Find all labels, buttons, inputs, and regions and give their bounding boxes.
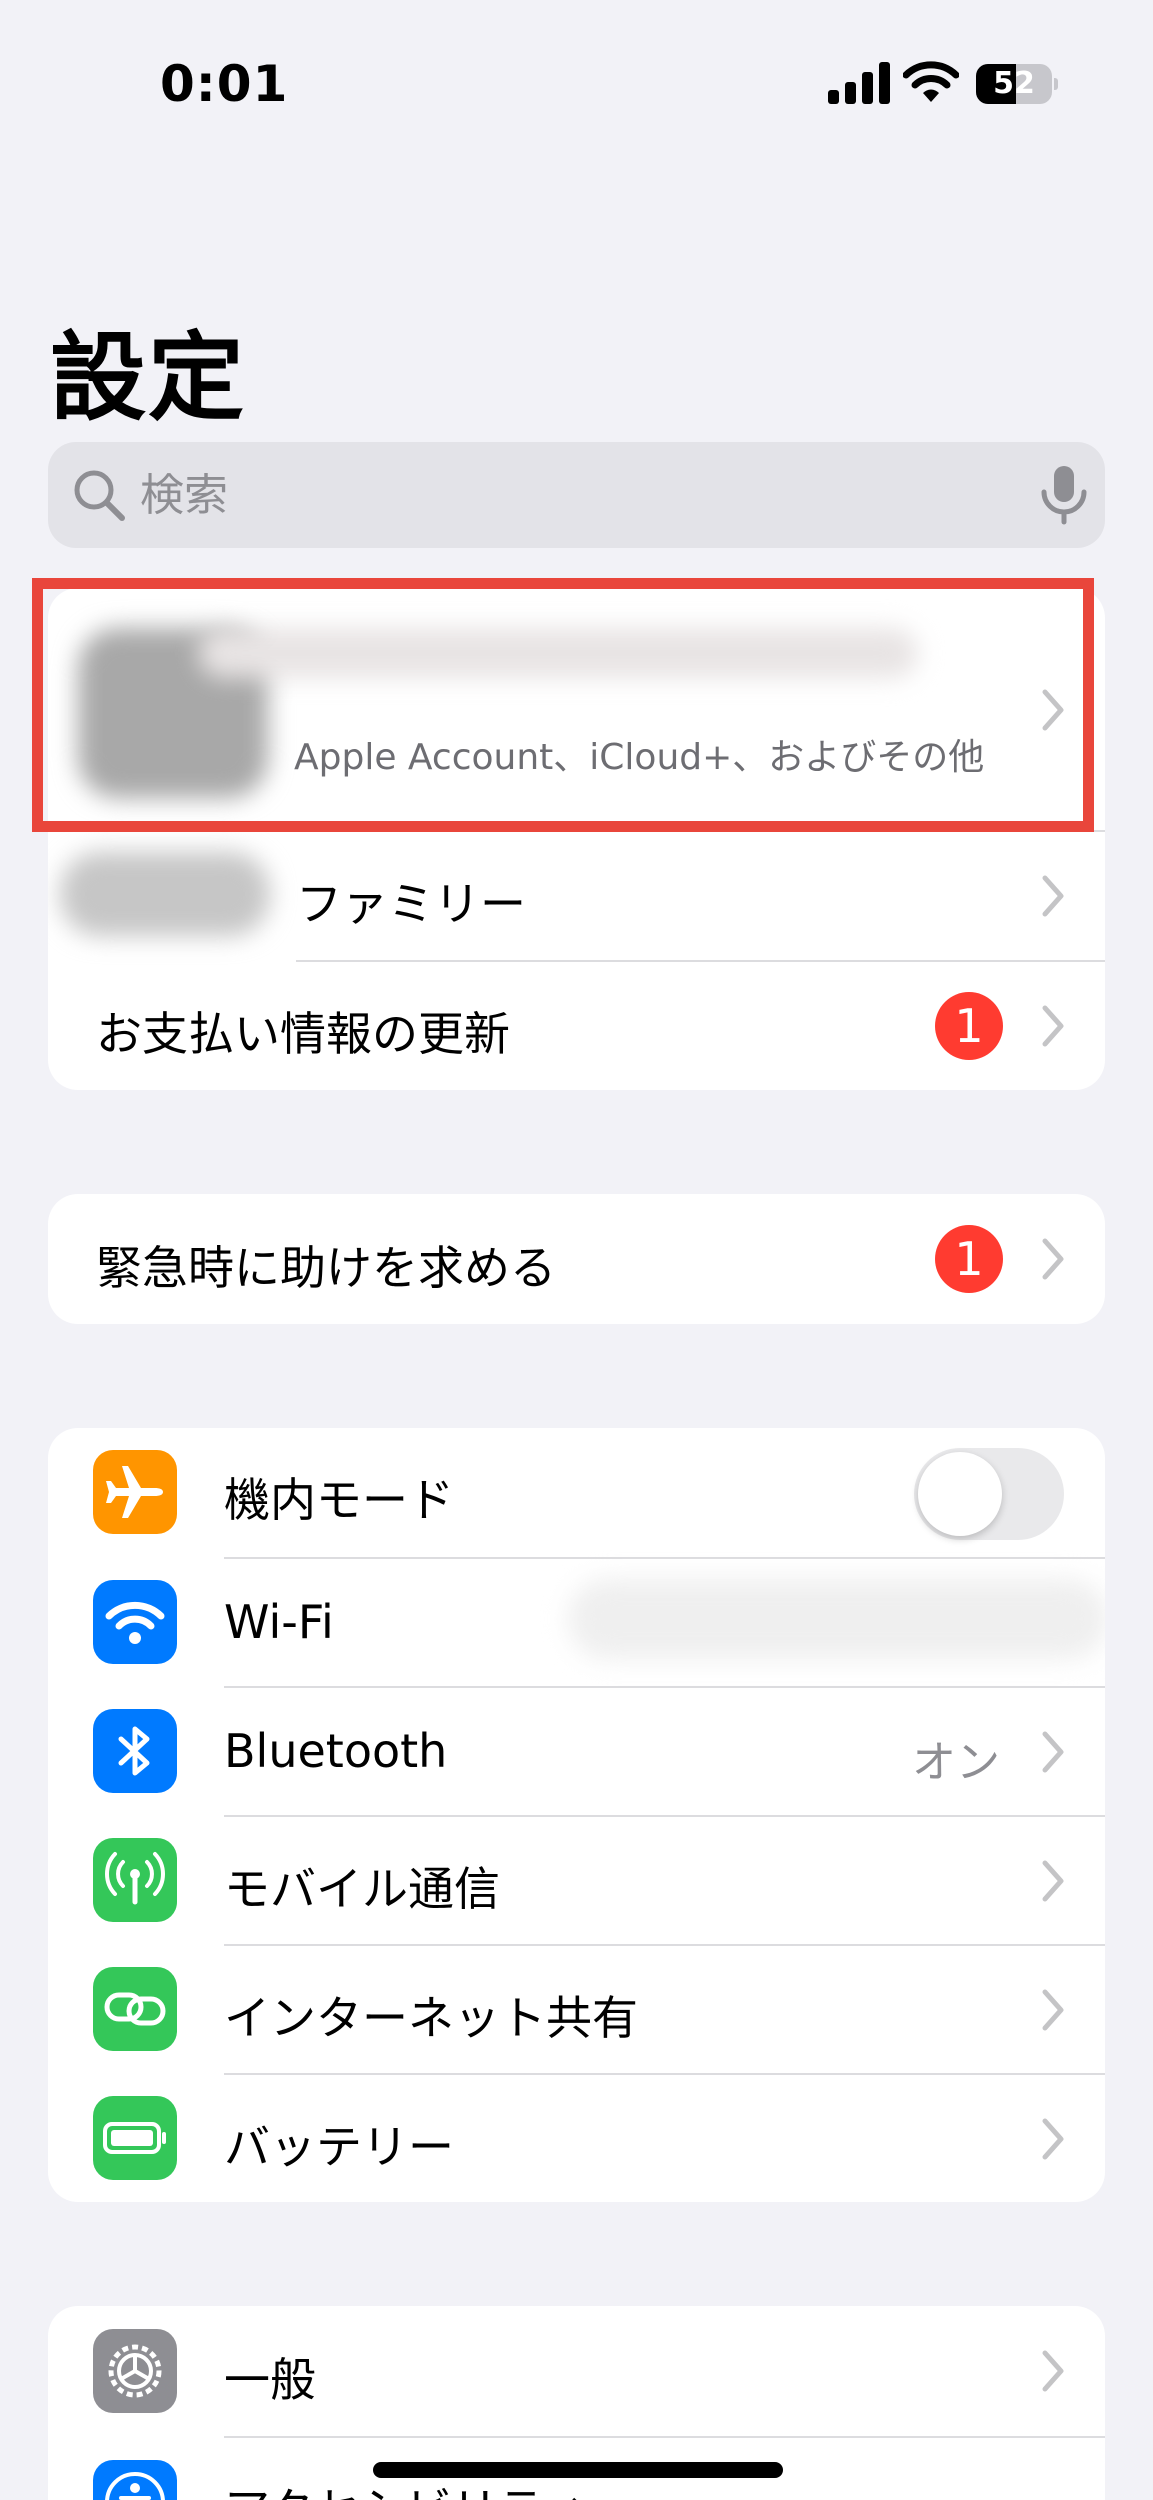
battery-level: 52: [993, 66, 1035, 101]
payment-update-label: お支払い情報の更新: [96, 1007, 510, 1061]
notification-badge: 1: [935, 1225, 1003, 1293]
family-avatars-blurred: [60, 852, 270, 936]
payment-update-row[interactable]: お支払い情報の更新 1: [48, 962, 1105, 1090]
wifi-icon: [93, 1580, 177, 1664]
airplane-mode-row: 機内モード: [48, 1428, 1105, 1557]
chevron-right-icon: [1042, 1989, 1064, 2031]
bluetooth-row[interactable]: Bluetooth オン: [48, 1688, 1105, 1815]
airplane-mode-label: 機内モード: [224, 1473, 454, 1527]
gear-icon: [93, 2329, 177, 2413]
home-indicator[interactable]: [373, 2462, 783, 2478]
connectivity-group: 機内モード Wi-Fi Bluetooth オン モバイル通信 インターネット共…: [48, 1428, 1105, 2202]
personal-hotspot-label: インターネット共有: [224, 1991, 638, 2045]
search-icon: [74, 470, 125, 521]
battery-indicator: 52: [976, 64, 1058, 104]
wifi-label: Wi-Fi: [224, 1595, 334, 1649]
chevron-right-icon: [1042, 1731, 1064, 1773]
emergency-sos-label: 緊急時に助けを求める: [96, 1241, 556, 1295]
status-time: 0:01: [160, 55, 289, 113]
bluetooth-status: オン: [912, 1737, 1000, 1788]
family-label: ファミリー: [296, 877, 526, 931]
chevron-right-icon: [1042, 1860, 1064, 1902]
highlight-box: [32, 578, 1094, 832]
bluetooth-icon: [93, 1709, 177, 1793]
page-title: 設定: [50, 322, 246, 434]
general-label: 一般: [224, 2353, 316, 2407]
bluetooth-label: Bluetooth: [224, 1724, 448, 1778]
chevron-right-icon: [1042, 2350, 1064, 2392]
wifi-status-icon: [903, 61, 959, 102]
emergency-group: 緊急時に助けを求める 1: [48, 1194, 1105, 1324]
emergency-sos-row[interactable]: 緊急時に助けを求める 1: [48, 1194, 1105, 1324]
family-row[interactable]: ファミリー: [48, 832, 1105, 960]
chevron-right-icon: [1042, 875, 1064, 917]
personal-hotspot-row[interactable]: インターネット共有: [48, 1946, 1105, 2073]
battery-row[interactable]: バッテリー: [48, 2075, 1105, 2202]
wifi-row[interactable]: Wi-Fi: [48, 1559, 1105, 1686]
link-icon: [93, 1967, 177, 2051]
accessibility-icon: [93, 2460, 177, 2500]
airplane-icon: [93, 1450, 177, 1534]
status-bar: 0:01 52: [0, 0, 1153, 150]
chevron-right-icon: [1042, 2118, 1064, 2160]
battery-label: バッテリー: [224, 2120, 454, 2174]
battery-icon: [93, 2096, 177, 2180]
microphone-icon[interactable]: [1036, 464, 1092, 526]
antenna-icon: [93, 1838, 177, 1922]
notification-badge: 1: [935, 992, 1003, 1060]
airplane-mode-toggle[interactable]: [914, 1448, 1064, 1540]
wifi-network-blurred: [568, 1579, 1105, 1659]
general-row[interactable]: 一般: [48, 2306, 1105, 2436]
search-input[interactable]: [140, 442, 1040, 548]
search-bar[interactable]: [48, 442, 1105, 548]
mobile-data-label: モバイル通信: [224, 1862, 500, 1916]
chevron-right-icon: [1042, 1005, 1064, 1047]
mobile-data-row[interactable]: モバイル通信: [48, 1817, 1105, 1944]
chevron-right-icon: [1042, 1238, 1064, 1280]
cellular-signal-icon: [828, 62, 890, 104]
